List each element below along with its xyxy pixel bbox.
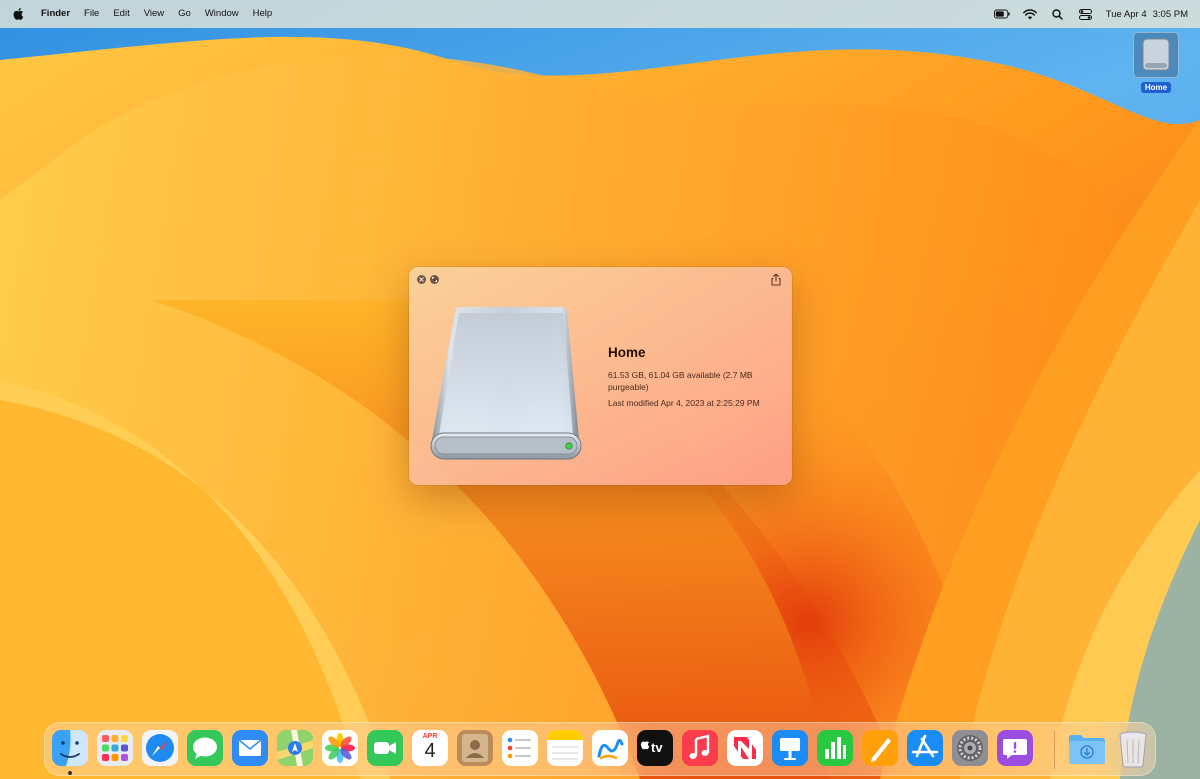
apple-menu-icon[interactable]	[12, 7, 26, 21]
dock-freeform[interactable]	[592, 730, 628, 766]
dock-notes[interactable]	[547, 730, 583, 766]
control-center-icon[interactable]	[1078, 7, 1094, 21]
quick-look-window: Home 61.53 GB, 61.04 GB available (2.7 M…	[409, 267, 792, 485]
downloads-folder-icon	[1069, 735, 1105, 764]
calendar-day: 4	[424, 740, 436, 762]
menu-app-name[interactable]: Finder	[34, 3, 77, 25]
menu-go[interactable]: Go	[171, 3, 198, 25]
dock-trash[interactable]	[1115, 730, 1151, 768]
share-icon[interactable]	[770, 273, 782, 286]
numbers-icon	[817, 730, 853, 766]
close-icon[interactable]	[417, 275, 426, 284]
dock-mail[interactable]	[232, 730, 268, 766]
news-icon	[727, 730, 763, 766]
pages-icon	[862, 730, 898, 766]
dock-safari[interactable]	[142, 730, 178, 766]
feedback-icon	[997, 730, 1033, 766]
finder-icon	[52, 730, 88, 766]
wifi-icon[interactable]	[1022, 7, 1038, 21]
safari-icon	[142, 730, 178, 766]
launchpad-icon	[97, 730, 133, 766]
calendar-month: APR	[422, 733, 438, 740]
facetime-icon	[367, 730, 403, 766]
dock-separator	[1054, 731, 1055, 769]
dock-calendar[interactable]: APR 4	[412, 730, 448, 766]
menu-window[interactable]: Window	[198, 3, 246, 25]
search-icon[interactable]	[1050, 7, 1066, 21]
dock-photos[interactable]	[322, 730, 358, 766]
dock-messages[interactable]	[187, 730, 223, 766]
menu-help[interactable]: Help	[246, 3, 280, 25]
hard-drive-icon	[430, 307, 582, 460]
dock: APR 4 tv	[44, 722, 1156, 776]
desktop-home-drive[interactable]: Home	[1128, 32, 1184, 93]
maps-icon	[277, 730, 313, 766]
gear-icon	[952, 730, 988, 766]
dock-app-store[interactable]	[907, 730, 943, 766]
dock-maps[interactable]	[277, 730, 313, 766]
dock-system-settings[interactable]	[952, 730, 988, 766]
dock-downloads[interactable]	[1067, 730, 1105, 766]
dock-launchpad[interactable]	[97, 730, 133, 766]
running-indicator	[68, 771, 72, 775]
dock-reminders[interactable]	[502, 730, 538, 766]
menu-view[interactable]: View	[137, 3, 171, 25]
dock-pages[interactable]	[862, 730, 898, 766]
menu-file[interactable]: File	[77, 3, 106, 25]
quick-look-capacity: 61.53 GB, 61.04 GB available (2.7 MB pur…	[608, 370, 753, 392]
dock-music[interactable]	[682, 730, 718, 766]
menu-edit[interactable]: Edit	[106, 3, 136, 25]
tv-label: tv	[651, 740, 663, 755]
dock-feedback-assistant[interactable]	[997, 730, 1033, 766]
mail-icon	[232, 730, 268, 766]
messages-icon	[187, 730, 223, 766]
music-icon	[682, 730, 718, 766]
freeform-icon	[592, 730, 628, 766]
menu-bar: Finder File Edit View Go Window Help Tue…	[0, 0, 1200, 28]
app-store-icon	[907, 730, 943, 766]
clock-time[interactable]: 3:05 PM	[1153, 9, 1188, 20]
contacts-icon	[457, 730, 493, 766]
keynote-icon	[772, 730, 808, 766]
hard-drive-icon	[1133, 32, 1179, 78]
dock-contacts[interactable]	[457, 730, 493, 766]
dock-finder[interactable]	[52, 730, 88, 766]
dock-facetime[interactable]	[367, 730, 403, 766]
fullscreen-icon[interactable]	[430, 275, 439, 284]
clock-date[interactable]: Tue Apr 4	[1106, 9, 1147, 20]
quick-look-modified: Last modified Apr 4, 2023 at 2:25:29 PM	[608, 398, 760, 408]
dock-keynote[interactable]	[772, 730, 808, 766]
notes-icon	[547, 730, 583, 766]
dock-numbers[interactable]	[817, 730, 853, 766]
battery-icon[interactable]	[993, 7, 1010, 21]
dock-tv[interactable]: tv	[637, 730, 673, 766]
trash-icon	[1119, 731, 1147, 768]
quick-look-title: Home	[608, 345, 646, 360]
desktop-icon-label: Home	[1140, 82, 1172, 93]
photos-icon	[322, 730, 358, 766]
reminders-icon	[502, 730, 538, 766]
dock-news[interactable]	[727, 730, 763, 766]
